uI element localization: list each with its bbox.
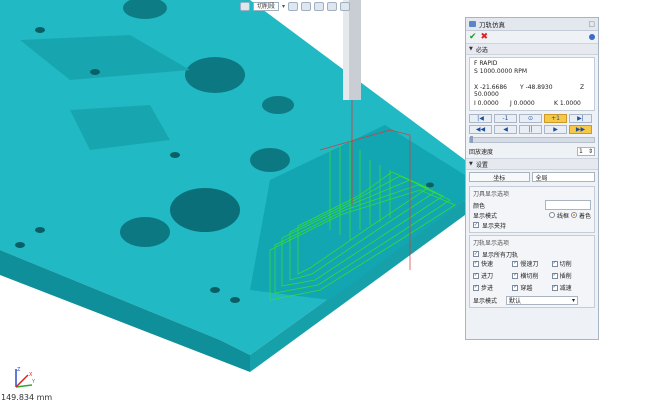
coord-button[interactable]: 坐标	[469, 172, 530, 182]
cross-cut-checkbox[interactable]: ✓	[512, 272, 519, 279]
path-type-label: 进刀	[481, 273, 494, 280]
pause-button[interactable]: ||	[519, 125, 542, 134]
play-button[interactable]: ▶	[544, 125, 567, 134]
path-type-label: 减速	[559, 285, 572, 292]
coord-field[interactable]: 全局	[531, 172, 595, 182]
j-value: J 0.0000	[510, 100, 535, 107]
confirm-row: ✔ ✖	[466, 31, 598, 43]
color-label: 颜色	[473, 202, 486, 210]
slow-checkbox[interactable]: ✓	[512, 260, 519, 267]
toolbar-icon-5[interactable]	[327, 1, 338, 11]
playback-speed-row: 回放速度 1 ⇕	[466, 145, 598, 158]
slider-thumb[interactable]	[470, 136, 473, 143]
k-value: K 1.0000	[554, 100, 581, 107]
path-type-label: 插削	[559, 273, 572, 280]
go-end-button[interactable]: ▶|	[569, 114, 592, 123]
operation-dropdown[interactable]: 切削段	[253, 1, 280, 11]
path-mode-select[interactable]: 默认 ▾	[506, 295, 579, 305]
path-mode-value: 默认	[509, 297, 522, 305]
toolpath-simulation-panel: 刀轨仿真 □ ✔ ✖ ▼ 必选 F RAPID S 1000.0000 RPM …	[465, 17, 599, 340]
rapid-checkbox[interactable]: ✓	[473, 260, 479, 267]
speed-label: 回放速度	[469, 149, 494, 156]
chevron-down-icon: ▾	[572, 296, 576, 304]
help-icon[interactable]	[589, 34, 595, 40]
target-button[interactable]: ⊙	[519, 114, 542, 123]
toolbar-icon-6[interactable]	[340, 1, 351, 11]
tool-display-group: 刀具显示选项 颜色 显示模式 线框 着色 ✓ 显示夹持	[469, 186, 595, 233]
coordinate-readout: 149.834 mm	[1, 393, 53, 402]
plunge-checkbox[interactable]: ✓	[551, 272, 558, 279]
cancel-x-icon[interactable]: ✖	[481, 32, 489, 42]
path-type-label: 慢速刀	[520, 261, 539, 268]
shaded-radio[interactable]	[570, 212, 577, 218]
collapse-triangle-icon: ▼	[469, 46, 473, 52]
path-mode-label: 显示模式	[473, 297, 498, 305]
path-type-grid: ✓ 快速 ✓ 慢速刀 ✓ 切削 ✓ 进刀 ✓ 横切削 ✓ 插削 ✓ 步进 ✓ 穿越 ✓ 减速	[473, 259, 591, 292]
path-type-label: 快速	[481, 261, 494, 268]
shaded-label: 着色	[578, 212, 591, 220]
x-value: X -21.6686	[474, 84, 507, 91]
toolbar-icon-4[interactable]	[314, 1, 325, 11]
app-icon	[469, 21, 476, 27]
close-icon[interactable]: □	[588, 20, 595, 28]
stepover-checkbox[interactable]: ✓	[473, 284, 479, 291]
progress-slider[interactable]	[469, 136, 595, 143]
section-required-label: 必选	[475, 46, 488, 54]
path-type-label: 穿越	[520, 285, 533, 292]
show-all-checkbox[interactable]: ✓	[473, 251, 479, 257]
path-type-label: 切削	[559, 261, 572, 268]
speed-text: S 1000.0000 RPM	[474, 68, 528, 75]
chevron-down-icon[interactable]: ▾	[282, 3, 285, 10]
toolbar-icon-2[interactable]	[288, 1, 299, 11]
z-label: Z	[580, 84, 585, 91]
z-value: 50.0000	[474, 91, 499, 98]
speed-spinner[interactable]: 1 ⇕	[577, 147, 595, 156]
mode-label: 显示模式	[473, 212, 498, 220]
tool-info-box: F RAPID S 1000.0000 RPM X -21.6686 Y -48…	[469, 57, 595, 111]
coord-row: 坐标 全局	[466, 170, 598, 184]
path-display-title: 刀轨显示选项	[473, 240, 510, 247]
wireframe-label: 线框	[556, 212, 569, 220]
path-display-group: 刀轨显示选项 ✓ 显示所有刀轨 ✓ 快速 ✓ 慢速刀 ✓ 切削 ✓ 进刀 ✓ 横切削 ✓ 插削…	[469, 235, 595, 308]
axis-triad: Z Y X	[15, 367, 36, 388]
panel-title: 刀轨仿真	[479, 21, 505, 29]
show-all-label: 显示所有刀轨	[482, 251, 519, 259]
decel-checkbox[interactable]: ✓	[551, 284, 558, 291]
svg-text:X: X	[29, 372, 33, 378]
feed-text: F RAPID	[474, 60, 498, 67]
fast-reverse-button[interactable]: ◀◀	[469, 125, 492, 134]
collapse-triangle-icon: ▼	[469, 161, 473, 167]
traverse-checkbox[interactable]: ✓	[512, 284, 519, 291]
cut-checkbox[interactable]: ✓	[551, 260, 558, 267]
section-settings[interactable]: ▼ 设置	[466, 158, 598, 170]
svg-text:Y: Y	[31, 379, 36, 385]
toolbar-icon-3[interactable]	[301, 1, 312, 11]
svg-text:Z: Z	[17, 367, 21, 373]
step-back-button[interactable]: -1	[494, 114, 517, 123]
path-type-label: 横切削	[520, 273, 539, 280]
go-start-button[interactable]: |◀	[469, 114, 492, 123]
path-type-label: 步进	[481, 285, 494, 292]
color-picker[interactable]	[545, 200, 591, 210]
ok-check-icon[interactable]: ✔	[469, 32, 477, 42]
fast-forward-button[interactable]: ▶▶	[569, 125, 592, 134]
show-holder-checkbox[interactable]: ✓	[473, 222, 479, 228]
section-settings-label: 设置	[475, 161, 488, 169]
tool-display-title: 刀具显示选项	[473, 191, 510, 198]
approach-checkbox[interactable]: ✓	[473, 272, 479, 279]
show-holder-label: 显示夹持	[482, 222, 507, 230]
speed-value: 1	[579, 148, 583, 155]
wireframe-radio[interactable]	[548, 212, 555, 218]
y-value: Y -48.8930	[520, 84, 553, 91]
spinner-arrows-icon[interactable]: ⇕	[588, 148, 593, 155]
panel-titlebar: 刀轨仿真 □	[466, 18, 598, 31]
play-reverse-button[interactable]: ◀	[494, 125, 517, 134]
i-value: I 0.0000	[474, 100, 499, 107]
toolbar-icon-1[interactable]	[240, 1, 250, 11]
section-required[interactable]: ▼ 必选	[466, 43, 598, 55]
top-toolbar: 切削段 ▾	[240, 0, 351, 12]
step-forward-button[interactable]: +1	[544, 114, 567, 123]
play-controls: ◀◀ ◀ || ▶ ▶▶	[466, 124, 598, 135]
step-controls: |◀ -1 ⊙ +1 ▶|	[466, 113, 598, 124]
